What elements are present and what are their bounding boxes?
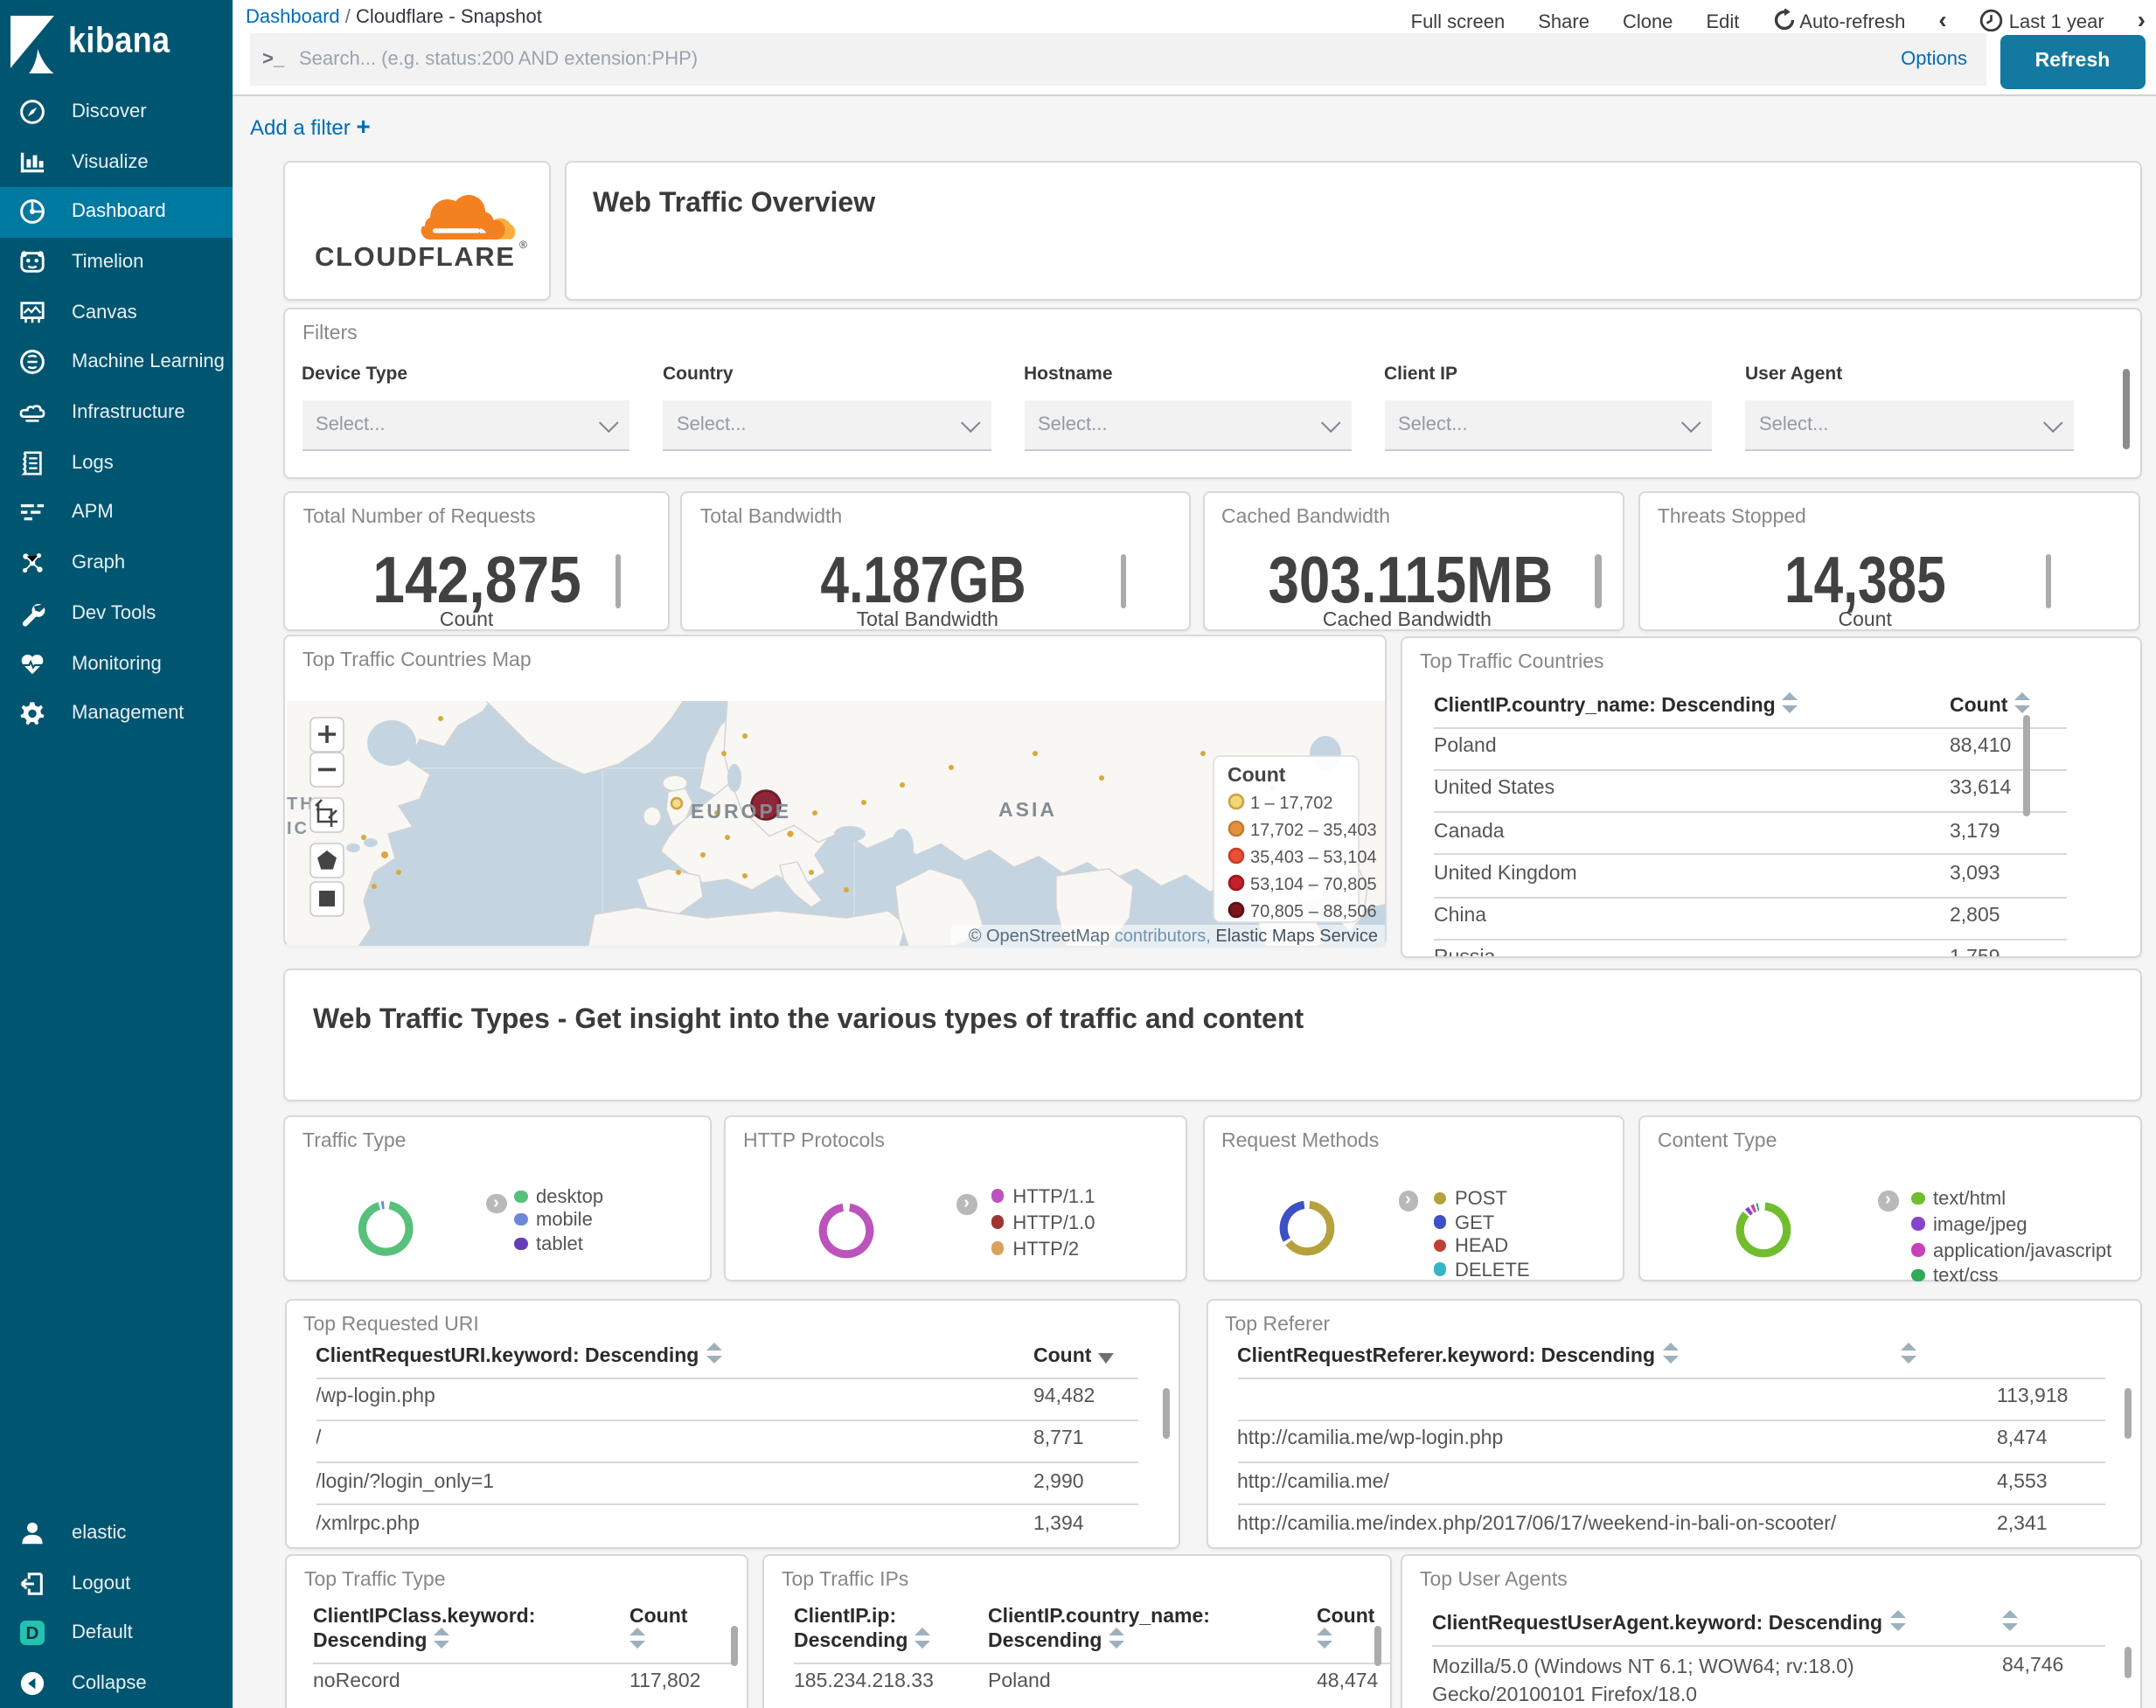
svg-text:1 – 17,702: 1 – 17,702: [1249, 793, 1332, 812]
svg-text:17,702 – 35,403: 17,702 – 35,403: [1249, 820, 1376, 839]
svg-text:D: D: [26, 1624, 39, 1644]
svg-text:53,104 – 70,805: 53,104 – 70,805: [1249, 874, 1376, 893]
svg-text:CLOUDFLARE: CLOUDFLARE: [315, 240, 516, 271]
svg-text:EUROPE: EUROPE: [690, 799, 790, 822]
svg-text:®: ®: [519, 238, 527, 250]
svg-text:70,805 – 88,506: 70,805 – 88,506: [1249, 901, 1376, 920]
svg-text:© OpenStreetMap contributors,: © OpenStreetMap contributors, Elastic Ma…: [968, 926, 1377, 945]
svg-text:35,403 – 53,104: 35,403 – 53,104: [1249, 847, 1376, 866]
svg-text:Count: Count: [1227, 762, 1285, 785]
svg-text:ASIA: ASIA: [998, 797, 1056, 820]
svg-text:IC: IC: [286, 818, 309, 837]
